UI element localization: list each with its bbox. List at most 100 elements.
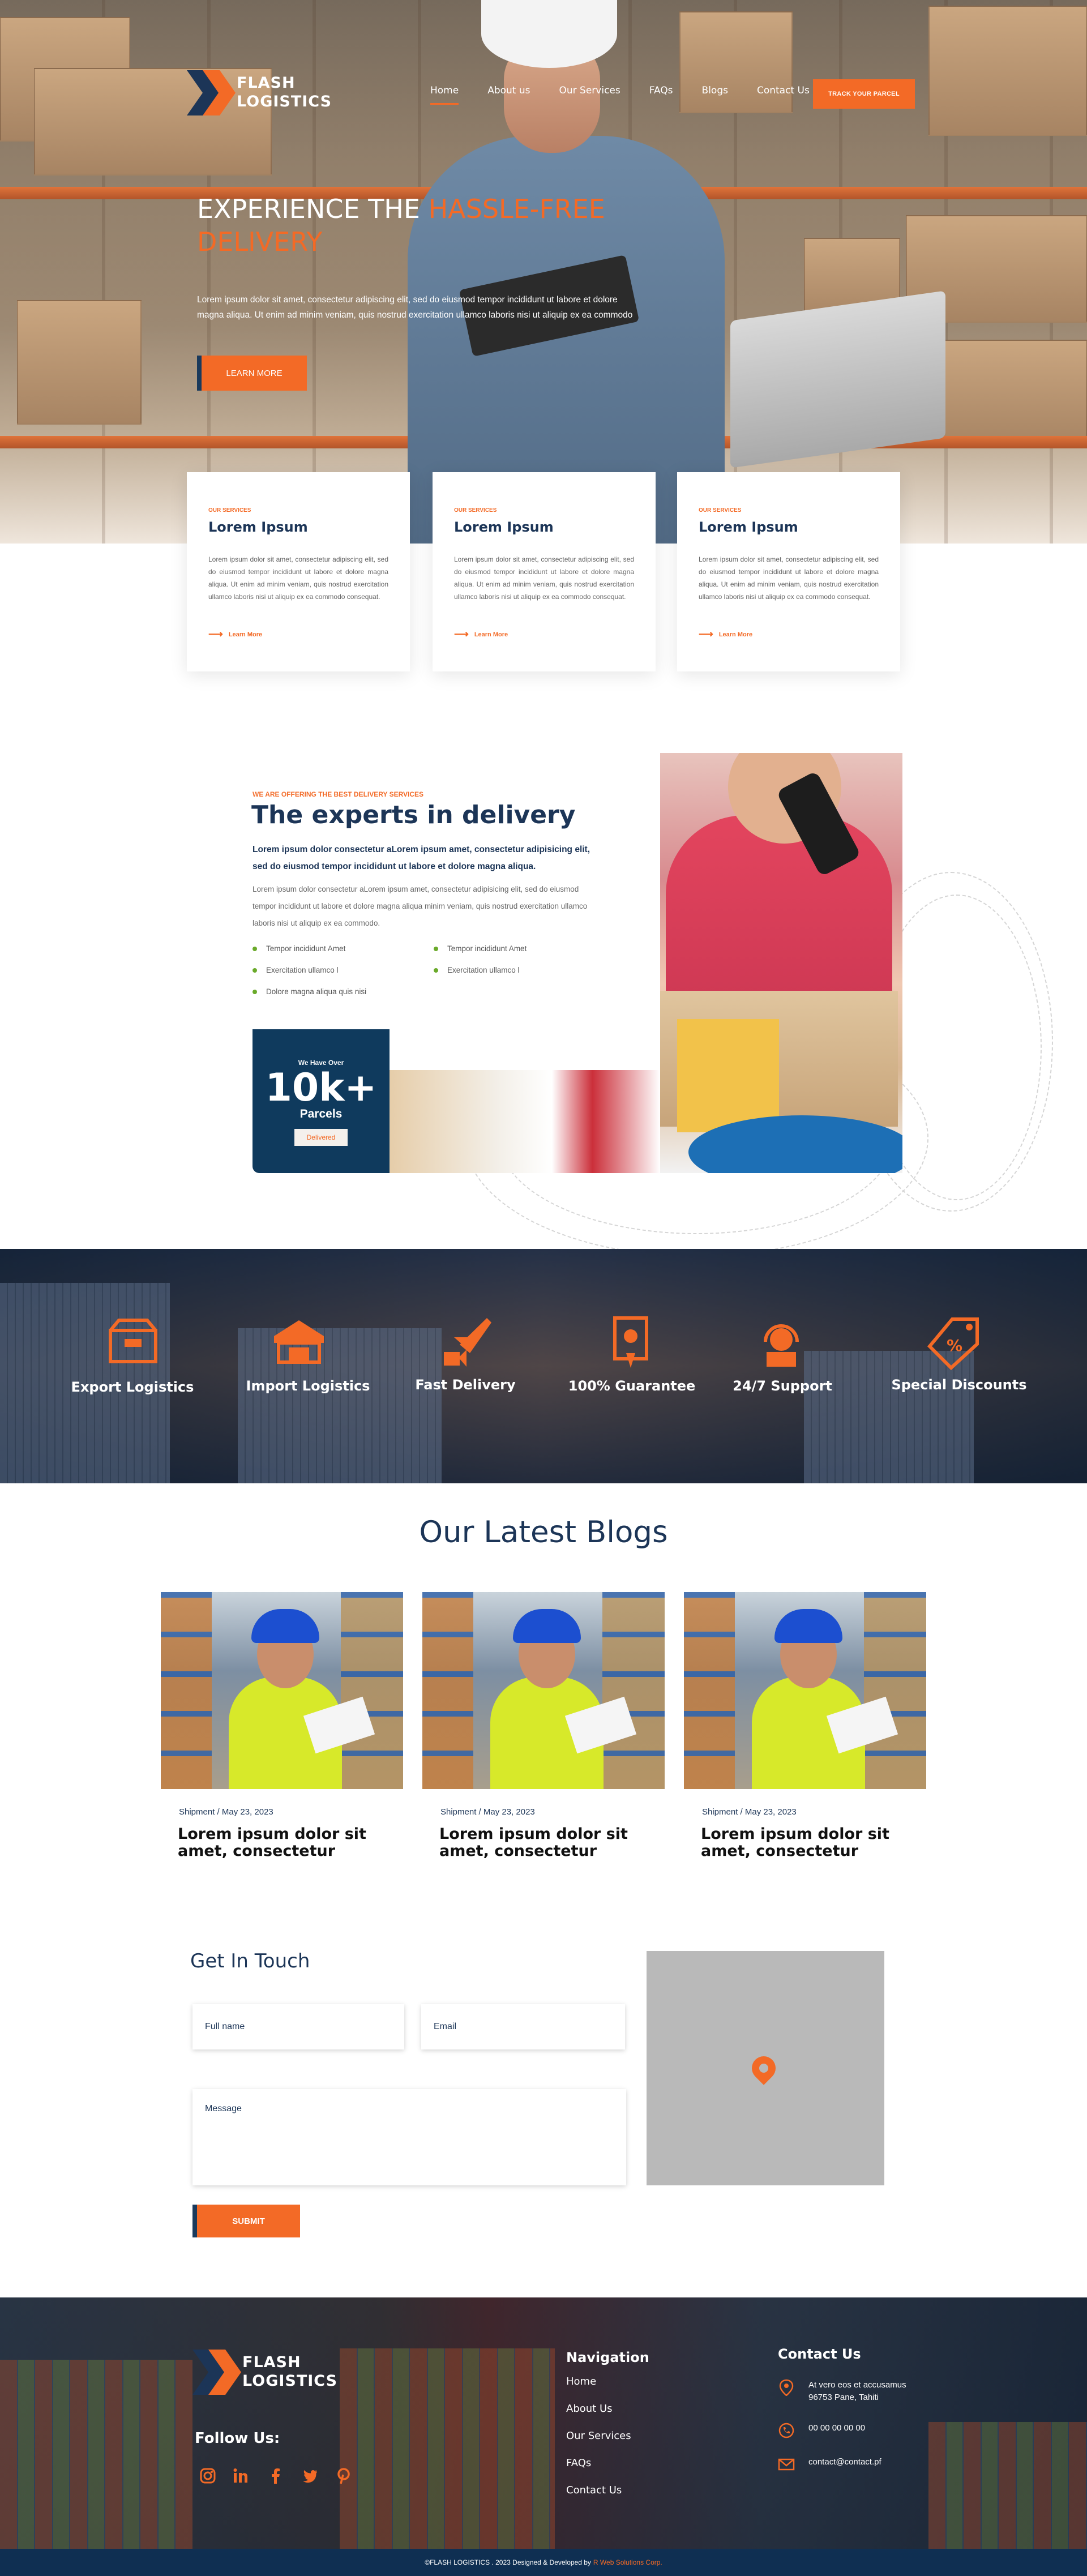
linkedin-icon[interactable] <box>231 2466 250 2485</box>
service-text: Lorem ipsum dolor sit amet, consectetur … <box>454 555 634 601</box>
experts-body: Lorem ipsum dolor consectetur aLorem ips… <box>253 885 588 927</box>
arrow-right-icon: ⟶ <box>699 628 713 640</box>
feature-support: 24/7 Support <box>733 1378 832 1394</box>
service-text: Lorem ipsum dolor sit amet, consectetur … <box>699 555 879 601</box>
delivered-badge: Delivered <box>294 1129 348 1146</box>
bullet-dot-icon <box>434 946 438 951</box>
footer-phone[interactable]: 00 00 00 00 00 <box>778 2422 865 2439</box>
logo-text: FLASH LOGISTICS <box>237 74 332 110</box>
delivery-woman-photo <box>660 753 902 1173</box>
blog-card[interactable]: Shipment / May 23, 2023 Lorem ipsum dolo… <box>422 1592 665 1860</box>
ship-photo <box>928 2422 1087 2549</box>
nav-services[interactable]: Our Services <box>559 85 620 105</box>
blog-meta: Shipment / May 23, 2023 <box>440 1807 535 1817</box>
warehouse-box <box>934 340 1087 447</box>
envelope-icon <box>778 2456 795 2473</box>
service-card: OUR SERVICES Lorem Ipsum Lorem ipsum dol… <box>187 472 410 671</box>
feature-discounts: Special Discounts <box>891 1377 1027 1393</box>
nav-blogs[interactable]: Blogs <box>702 85 728 105</box>
footer-link-contact[interactable]: Contact Us <box>566 2484 622 2496</box>
logo-chevron-icon <box>192 2350 241 2395</box>
footer-logo[interactable]: FLASH LOGISTICS <box>192 2346 340 2397</box>
features-strip <box>0 1249 1087 1483</box>
map-pin-icon[interactable] <box>747 2051 781 2085</box>
phone-icon <box>778 2422 795 2439</box>
svg-text:%: % <box>947 1336 962 1355</box>
feature-fast-delivery: Fast Delivery <box>415 1377 516 1393</box>
nav-faqs[interactable]: FAQs <box>649 85 673 105</box>
blog-image[interactable] <box>161 1592 403 1789</box>
instagram-icon[interactable] <box>198 2466 217 2485</box>
arrow-right-icon: ⟶ <box>454 628 469 640</box>
bullet-dot-icon <box>253 946 257 951</box>
copyright-bar: ©FLASH LOGISTICS . 2023 Designed & Devel… <box>0 2549 1087 2576</box>
check-item: Dolore magna aliqua quis nisi <box>253 987 366 996</box>
blogs-title: Our Latest Blogs <box>419 1515 668 1550</box>
hero-description: Lorem ipsum dolor sit amet, consectetur … <box>197 295 633 320</box>
footer-link-faqs[interactable]: FAQs <box>566 2457 591 2469</box>
submit-button[interactable]: SUBMIT <box>192 2205 300 2237</box>
track-parcel-button[interactable]: TRACK YOUR PARCEL <box>813 79 915 109</box>
follow-us-label: Follow Us: <box>195 2430 280 2447</box>
warehouse-box <box>17 300 142 425</box>
blog-title[interactable]: Lorem ipsum dolor sit amet, consectetur <box>701 1826 910 1860</box>
bullet-dot-icon <box>253 989 257 994</box>
blog-title[interactable]: Lorem ipsum dolor sit amet, consectetur <box>439 1826 649 1860</box>
facebook-icon[interactable] <box>266 2466 285 2485</box>
location-pin-icon <box>778 2379 795 2396</box>
footer-link-services[interactable]: Our Services <box>566 2430 631 2442</box>
footer-contact-title: Contact Us <box>778 2346 861 2362</box>
developer-link[interactable]: R Web Solutions Corp. <box>593 2558 662 2566</box>
service-learn-more-link[interactable]: ⟶ Learn More <box>454 628 508 640</box>
blog-image[interactable] <box>684 1592 926 1789</box>
feature-import-logistics: Import Logistics <box>246 1378 370 1394</box>
message-textarea[interactable] <box>192 2089 626 2185</box>
service-learn-more-link[interactable]: ⟶ Learn More <box>699 628 752 640</box>
check-item: Exercitation ullamco l <box>253 966 339 974</box>
pinterest-icon[interactable] <box>334 2466 353 2485</box>
experts-lead: Lorem ipsum dolor consectetur aLorem ips… <box>253 845 590 871</box>
site-logo[interactable]: FLASH LOGISTICS <box>187 67 334 118</box>
truck-photo <box>340 2348 555 2549</box>
warehouse-box <box>928 6 1087 136</box>
nav-home[interactable]: Home <box>430 85 459 105</box>
learn-more-button[interactable]: LEARN MORE <box>197 356 307 391</box>
parcel-photo-strip <box>390 1070 660 1173</box>
nav-contact[interactable]: Contact Us <box>757 85 810 105</box>
contact-title: Get In Touch <box>190 1950 310 1972</box>
service-title: Lorem Ipsum <box>208 519 308 535</box>
export-box-icon <box>109 1319 157 1363</box>
service-title: Lorem Ipsum <box>699 519 798 535</box>
feature-guarantee: 100% Guarantee <box>568 1378 696 1394</box>
blog-card[interactable]: Shipment / May 23, 2023 Lorem ipsum dolo… <box>684 1592 926 1860</box>
footer-link-about[interactable]: About Us <box>566 2403 613 2415</box>
location-map[interactable] <box>647 1951 884 2185</box>
parcels-count: 10k+ <box>265 1066 377 1110</box>
service-card: OUR SERVICES Lorem Ipsum Lorem ipsum dol… <box>677 472 900 671</box>
bullet-dot-icon <box>253 968 257 973</box>
blog-card[interactable]: Shipment / May 23, 2023 Lorem ipsum dolo… <box>161 1592 403 1860</box>
footer-link-home[interactable]: Home <box>566 2376 596 2387</box>
plane-delivery-icon <box>444 1318 491 1367</box>
blog-title[interactable]: Lorem ipsum dolor sit amet, consectetur <box>178 1826 387 1860</box>
container-stack <box>0 2360 192 2549</box>
copyright-text: ©FLASH LOGISTICS . 2023 Designed & Devel… <box>425 2558 591 2566</box>
hero-section <box>0 0 1087 544</box>
service-learn-more-link[interactable]: ⟶ Learn More <box>208 628 262 640</box>
email-input[interactable] <box>421 2004 625 2049</box>
twitter-icon[interactable] <box>300 2466 319 2485</box>
nav-about[interactable]: About us <box>487 85 530 105</box>
blog-meta: Shipment / May 23, 2023 <box>179 1807 273 1817</box>
service-title: Lorem Ipsum <box>454 519 554 535</box>
feature-export-logistics: Export Logistics <box>71 1379 194 1395</box>
hero-title: EXPERIENCE THE HASSLE-FREE DELIVERY <box>197 194 605 257</box>
check-item: Tempor incididunt Amet <box>253 944 345 953</box>
experts-title: The experts in delivery <box>251 801 576 829</box>
blog-image[interactable] <box>422 1592 665 1789</box>
blog-meta: Shipment / May 23, 2023 <box>702 1807 797 1817</box>
discount-tag-icon: % <box>927 1317 979 1370</box>
footer-email[interactable]: contact@contact.pf <box>778 2456 881 2473</box>
service-tag: OUR SERVICES <box>699 507 742 514</box>
service-tag: OUR SERVICES <box>208 507 251 514</box>
full-name-input[interactable] <box>192 2004 404 2049</box>
